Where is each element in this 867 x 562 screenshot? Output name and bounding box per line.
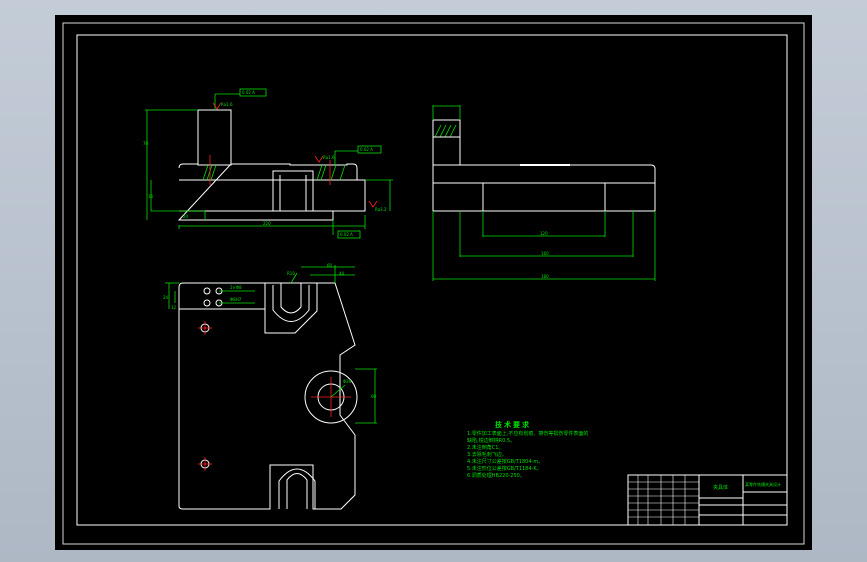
plan-dim-radius: R10 bbox=[287, 271, 295, 276]
plan-dim-hole-note2: Φ8H7 bbox=[230, 297, 242, 302]
dim-height: 36 bbox=[148, 194, 154, 199]
dim-step: 20 bbox=[183, 214, 189, 219]
plan-dim-hole-note: 2×Φ8 bbox=[230, 285, 242, 290]
tech-req-line: 缺陷,锐边倒钝R0.5。 bbox=[467, 437, 515, 444]
plan-dim-left-2: 12 bbox=[171, 305, 177, 310]
tech-req-title: 技术要求 bbox=[495, 420, 531, 429]
cad-viewport: 220 36 70 20 0.02 A Ra1.6 0.02 A Ra1.6 0… bbox=[0, 0, 867, 562]
tech-req-line: 1.零件加工表面上,不应有划痕、擦伤等损伤零件表面的 bbox=[467, 430, 588, 437]
title-block[interactable]: 夹具体 某零件铣槽夹具设计 bbox=[627, 474, 788, 526]
side-view[interactable]: 120 160 180 bbox=[432, 105, 656, 281]
dim-total-width: 220 bbox=[263, 221, 271, 226]
plan-slot-bottom bbox=[286, 473, 308, 509]
drawing-canvas: 220 36 70 20 0.02 A Ra1.6 0.02 A Ra1.6 0… bbox=[62, 22, 805, 545]
plan-slot-top bbox=[280, 283, 302, 314]
side-hatch bbox=[434, 124, 457, 138]
front-hatch-left bbox=[202, 164, 217, 181]
plan-dim-top-2: 44 bbox=[339, 271, 345, 276]
plan-view[interactable]: 60 44 R10 2×Φ8 Φ8H7 60 Φ30 24 12 bbox=[163, 263, 377, 510]
plan-dim-top-1: 60 bbox=[327, 263, 333, 268]
inner-border bbox=[76, 34, 788, 526]
tech-req-line: 4.未注尺寸公差按GB/T1804-m。 bbox=[467, 458, 543, 465]
plan-dim-bore: Φ30 bbox=[343, 379, 352, 384]
front-view[interactable]: 220 36 70 20 0.02 A Ra1.6 0.02 A Ra1.6 0… bbox=[143, 88, 393, 239]
flatness-box: 0.02 A bbox=[242, 90, 255, 95]
datum-box: 0.02 A bbox=[340, 232, 353, 237]
plan-pin-holes bbox=[198, 287, 223, 471]
tech-req-line: 3.去除毛刺飞边。 bbox=[467, 451, 507, 458]
plan-dim-left-1: 24 bbox=[163, 295, 169, 300]
roughness-top: Ra1.6 bbox=[221, 102, 233, 107]
plan-outline bbox=[178, 282, 356, 510]
tech-req-line: 6.调质处理HB220-250。 bbox=[467, 472, 525, 479]
tech-req-line: 5.未注形位公差按GB/T1184-K。 bbox=[467, 465, 542, 472]
plan-dim-right: 60 bbox=[371, 394, 377, 399]
tech-requirements: 技术要求 1.零件加工表面上,不应有划痕、擦伤等损伤零件表面的 缺陷,锐边倒钝R… bbox=[467, 420, 588, 479]
side-dim-mid: 160 bbox=[541, 251, 549, 256]
front-hatch-right bbox=[316, 164, 346, 181]
dim-left-height: 70 bbox=[143, 141, 149, 146]
side-body bbox=[432, 164, 656, 212]
tech-req-line: 2.未注倒角C1。 bbox=[467, 444, 503, 451]
roughness-bottom: Ra3.2 bbox=[375, 207, 387, 212]
title-drawing-title: 某零件铣槽夹具设计 bbox=[745, 481, 781, 487]
side-dim-inner: 120 bbox=[540, 231, 548, 236]
roughness-mid: Ra1.6 bbox=[323, 155, 335, 160]
front-body-outline bbox=[177, 163, 366, 221]
side-boss bbox=[432, 119, 461, 166]
drawing-sheet[interactable]: 220 36 70 20 0.02 A Ra1.6 0.02 A Ra1.6 0… bbox=[55, 15, 812, 550]
title-part-name: 夹具体 bbox=[713, 484, 728, 491]
parallel-box: 0.02 A bbox=[360, 147, 373, 152]
front-boss bbox=[197, 109, 232, 166]
side-dim-total: 180 bbox=[541, 274, 549, 279]
outer-border bbox=[62, 22, 805, 545]
